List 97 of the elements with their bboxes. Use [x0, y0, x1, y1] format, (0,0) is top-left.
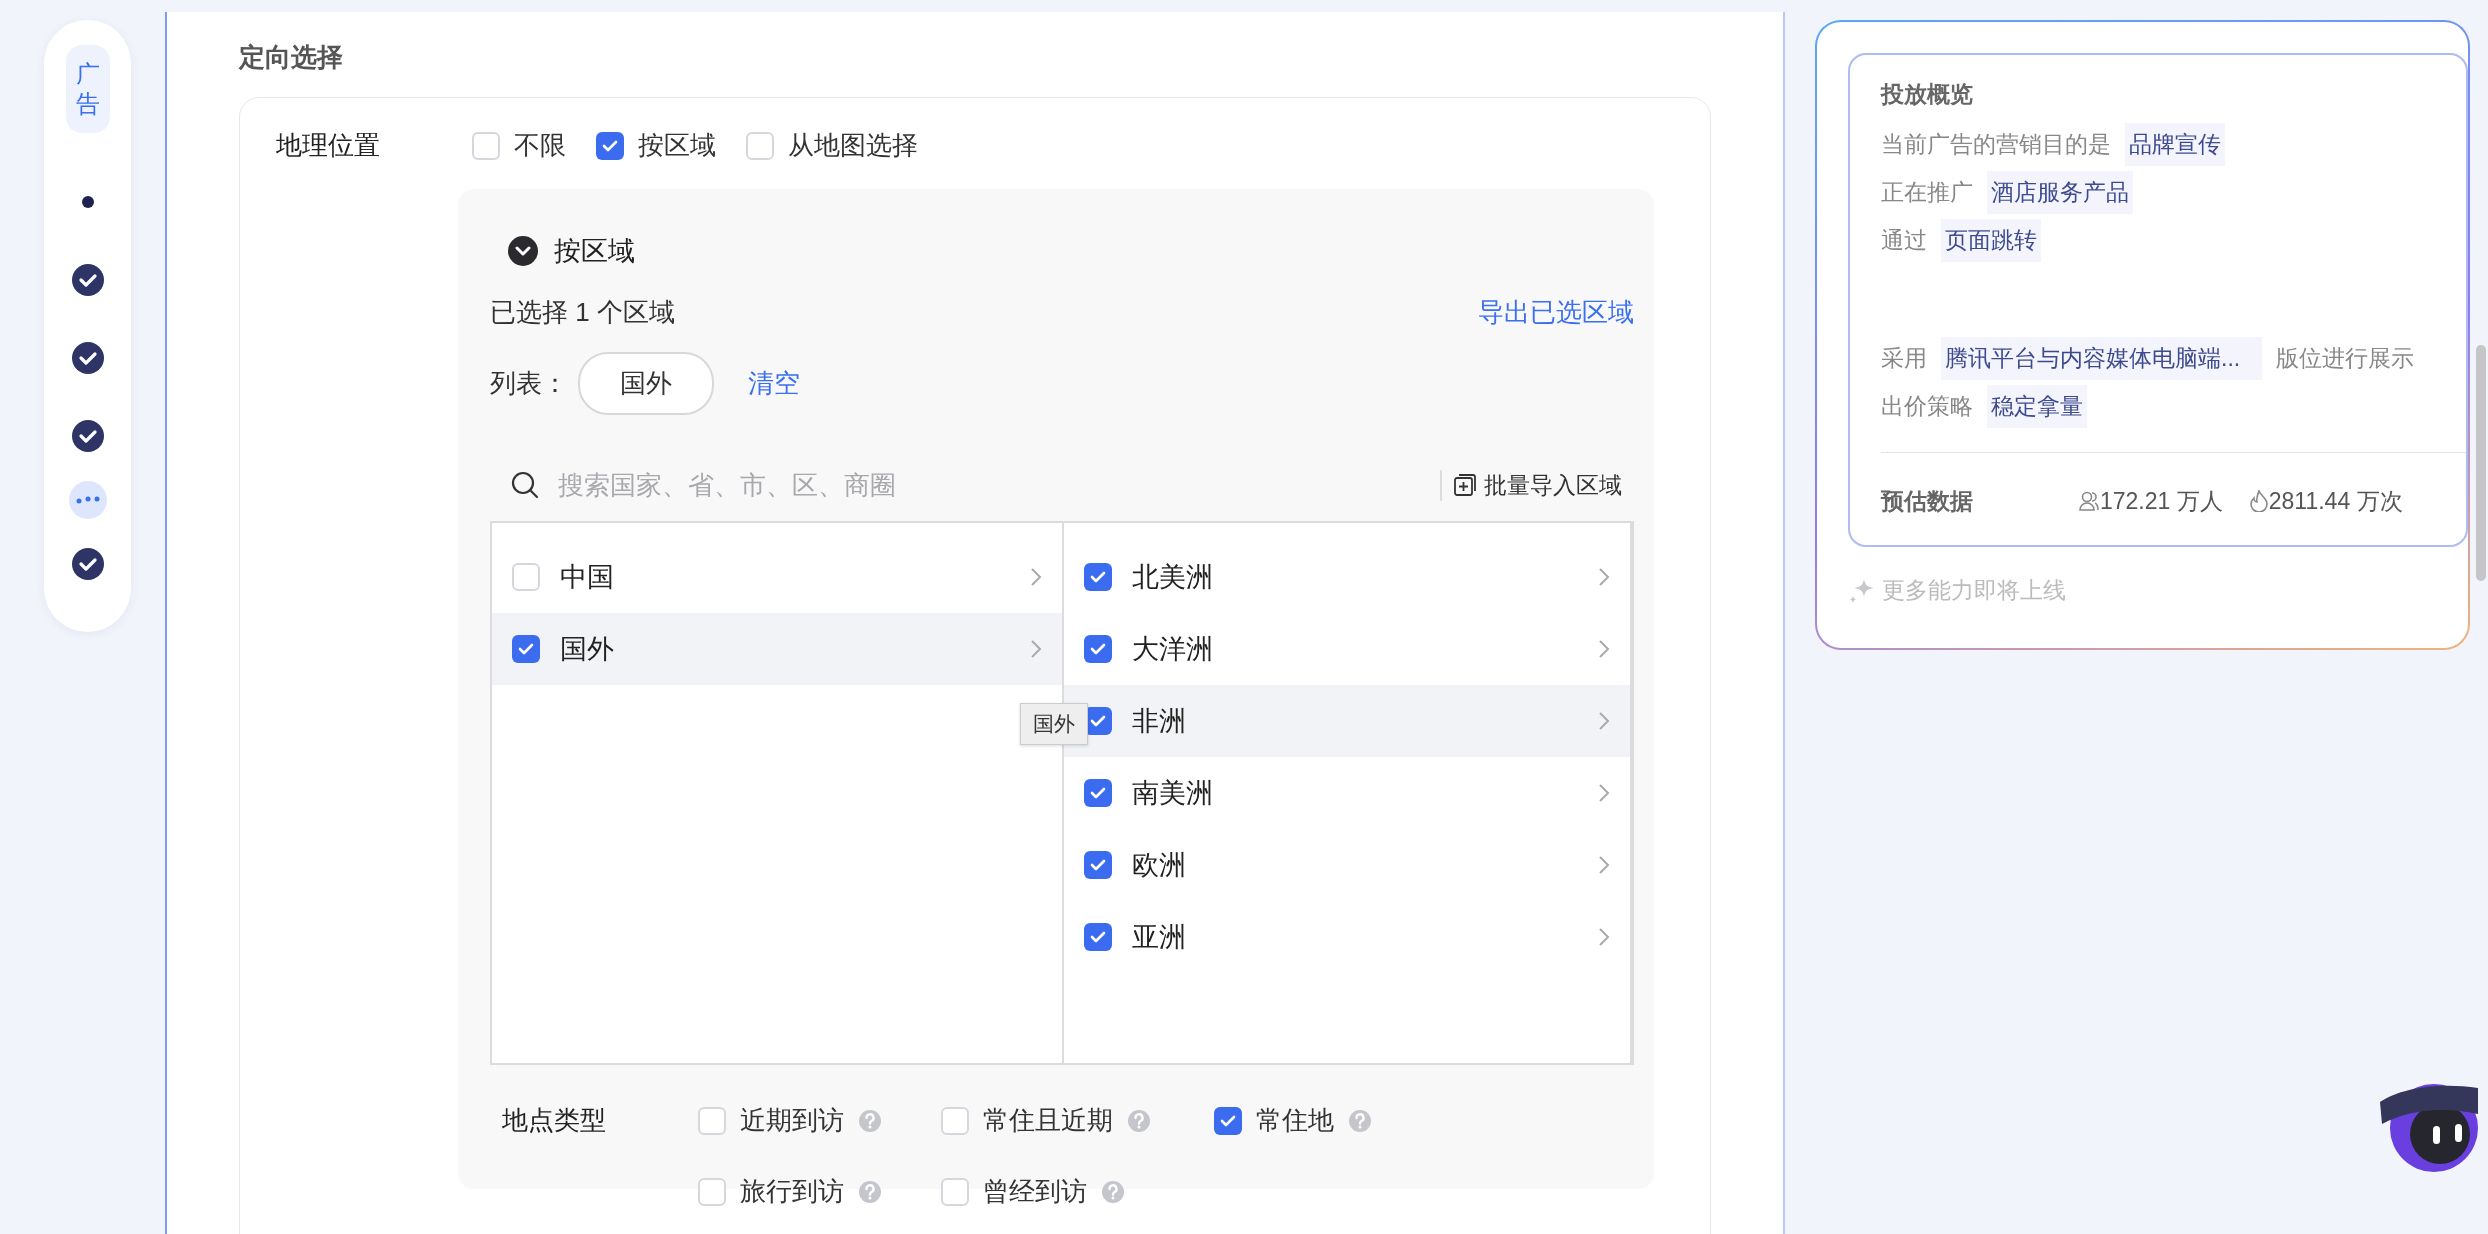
impressions-value: 2811.44 万次 [2268, 486, 2403, 516]
check-icon [1089, 643, 1106, 655]
checkbox[interactable] [1083, 779, 1112, 807]
reach-value: 172.21 万人 [2100, 486, 2223, 516]
check-circle-icon[interactable] [71, 548, 104, 580]
value-tag: 酒店服务产品 [1987, 170, 2133, 214]
row-label: 大洋洲 [1131, 633, 1214, 666]
chevron-right-icon [1029, 567, 1042, 587]
line-label: 采用 [1881, 343, 1927, 373]
chevron-right-icon [1029, 639, 1042, 659]
check-circle-icon[interactable] [71, 420, 104, 452]
scrollbar[interactable] [2476, 345, 2486, 581]
checkbox[interactable] [512, 635, 540, 663]
checkbox[interactable] [512, 563, 540, 591]
value-tag: 腾讯平台与内容媒体电脑端... [1941, 336, 2263, 380]
clear-link[interactable]: 清空 [748, 366, 800, 401]
chevron-right-icon [1598, 783, 1610, 803]
more-button[interactable] [68, 481, 107, 519]
check-icon [1089, 571, 1106, 583]
tree-row[interactable]: 欧洲 [1063, 829, 1630, 901]
option-label: 从地图选择 [788, 129, 918, 162]
check-icon [602, 139, 618, 152]
option-label: 近期到访 [740, 1104, 844, 1137]
chevron-right-icon [1598, 855, 1610, 875]
tree-row[interactable]: 南美洲 [1063, 757, 1630, 829]
chevron-right-icon [1598, 567, 1610, 587]
row-label: 非洲 [1131, 705, 1187, 738]
checkbox[interactable] [1083, 563, 1112, 591]
field-label: 地理位置 [276, 129, 381, 162]
chevron-right-icon [1598, 927, 1610, 947]
check-icon [1089, 859, 1106, 871]
search-field[interactable]: 搜索国家、省、市、区、商圈 [556, 468, 1424, 502]
checkbox[interactable] [472, 131, 500, 160]
row-label: 国外 [560, 633, 615, 666]
line-label: 正在推广 [1881, 177, 1973, 207]
check-icon [1089, 715, 1106, 727]
people-icon [2078, 490, 2100, 512]
import-icon [1454, 474, 1476, 496]
option-label: 常住地 [1256, 1104, 1334, 1137]
check-circle-icon[interactable] [71, 264, 104, 296]
option-label: 不限 [514, 129, 566, 162]
row-label: 北美洲 [1131, 561, 1214, 594]
check-circle-icon[interactable] [71, 342, 104, 374]
line-label: 当前广告的营销目的是 [1881, 129, 2111, 159]
option-label: 按区域 [638, 129, 716, 162]
line-label: 通过 [1881, 225, 1927, 255]
tree-row[interactable]: 国外 [492, 613, 1062, 685]
step-dot-icon[interactable] [81, 196, 94, 208]
row-label: 中国 [560, 561, 615, 594]
checkbox[interactable] [941, 1177, 969, 1206]
list-label: 列表： [490, 367, 568, 400]
row-label: 欧洲 [1131, 849, 1187, 882]
option-label: 常住且近期 [983, 1104, 1113, 1137]
card-title: 投放概览 [1881, 80, 1974, 109]
export-link[interactable]: 导出已选区域 [1478, 295, 1634, 330]
tree-row[interactable]: 大洋洲 [1063, 613, 1630, 685]
tooltip: 国外 [1020, 703, 1088, 745]
section-title: 定向选择 [239, 41, 344, 74]
tree-row[interactable]: 亚洲 [1063, 901, 1630, 973]
search-icon [510, 470, 540, 500]
check-icon [518, 643, 534, 655]
field-label: 地点类型 [502, 1104, 607, 1137]
line-label: 出价策略 [1881, 391, 1973, 421]
check-icon [1089, 787, 1106, 799]
check-icon [1220, 1114, 1236, 1127]
chevron-right-icon [1598, 639, 1610, 659]
chevron-right-icon [1598, 711, 1610, 731]
checkbox[interactable] [941, 1106, 969, 1135]
chevron-down-icon[interactable] [508, 236, 538, 266]
checkbox[interactable] [698, 1106, 726, 1135]
checkbox[interactable] [596, 131, 624, 160]
check-icon [1089, 931, 1106, 943]
import-button[interactable]: 批量导入区域 [1440, 469, 1622, 501]
checkbox[interactable] [746, 131, 774, 160]
option-label: 旅行到访 [740, 1175, 844, 1208]
value-tag: 品牌宣传 [2125, 122, 2225, 166]
more-icon [75, 496, 100, 504]
region-chip[interactable]: 国外 [578, 352, 714, 415]
value-tag: 稳定拿量 [1987, 384, 2087, 428]
panel-title: 按区域 [554, 235, 635, 268]
estimate-label: 预估数据 [1881, 486, 1974, 516]
checkbox[interactable] [698, 1177, 726, 1206]
checkbox[interactable] [1083, 923, 1112, 951]
tree-row[interactable]: 北美洲 [1063, 541, 1630, 613]
flame-icon [2248, 490, 2269, 512]
checkbox[interactable] [1083, 851, 1112, 879]
checkbox[interactable] [1083, 635, 1112, 663]
value-tag: 页面跳转 [1941, 218, 2041, 262]
row-label: 亚洲 [1131, 921, 1187, 954]
row-label: 南美洲 [1131, 777, 1214, 810]
selection-summary: 已选择 1 个区域 [490, 296, 675, 329]
option-label: 曾经到访 [983, 1175, 1087, 1208]
tree-row[interactable]: 中国 [492, 541, 1062, 613]
coming-soon-note: 更多能力即将上线 [1882, 576, 2066, 605]
nav-tab[interactable]: 广告 [65, 45, 110, 133]
line-label: 版位进行展示 [2276, 343, 2415, 373]
checkbox[interactable] [1214, 1106, 1242, 1135]
